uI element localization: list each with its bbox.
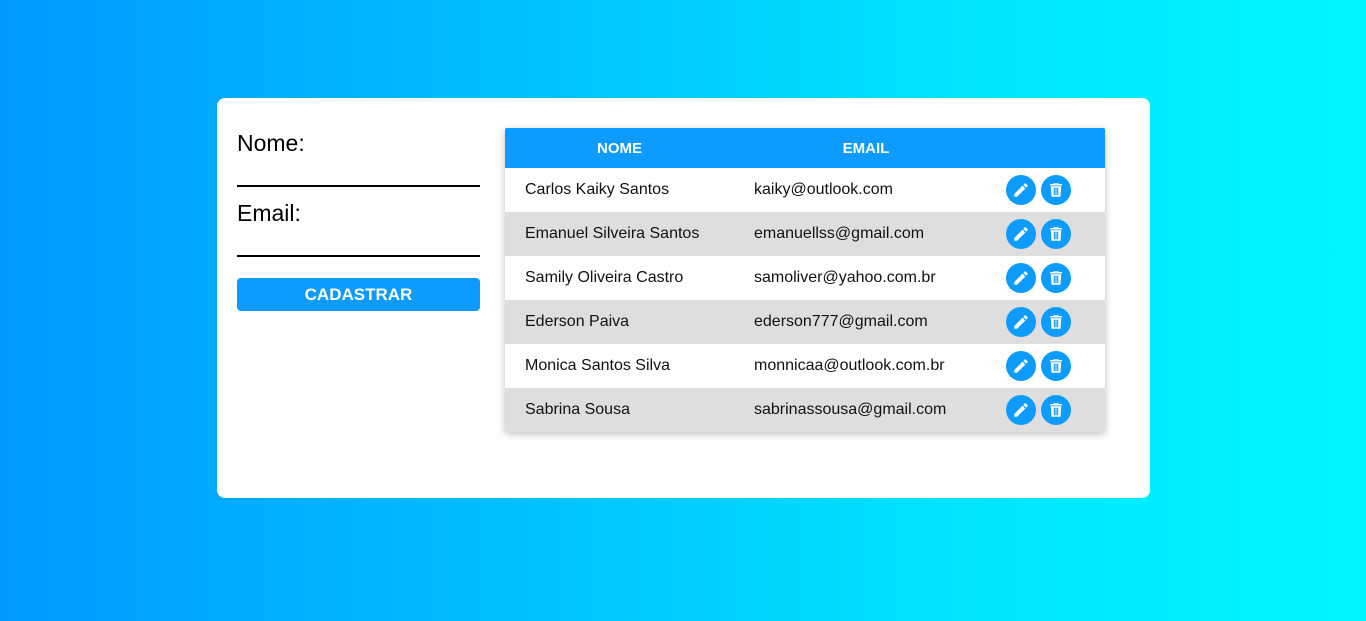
- row-name: Emanuel Silveira Santos: [505, 212, 734, 256]
- row-email: samoliver@yahoo.com.br: [734, 256, 998, 300]
- row-actions: [998, 388, 1105, 432]
- row-actions-group: [998, 219, 1105, 249]
- header-name: NOME: [505, 128, 734, 168]
- edit-button[interactable]: [1006, 395, 1036, 425]
- row-actions: [998, 168, 1105, 212]
- trash-icon: [1047, 269, 1065, 287]
- edit-button[interactable]: [1006, 219, 1036, 249]
- row-email: emanuellss@gmail.com: [734, 212, 998, 256]
- row-email: kaiky@outlook.com: [734, 168, 998, 212]
- edit-button[interactable]: [1006, 351, 1036, 381]
- row-actions-group: [998, 351, 1105, 381]
- table-row: Monica Santos Silva monnicaa@outlook.com…: [505, 344, 1105, 388]
- register-card: Nome: Email: CADASTRAR NOME EMAIL Carlos…: [217, 98, 1150, 498]
- row-actions: [998, 344, 1105, 388]
- trash-icon: [1047, 401, 1065, 419]
- row-name: Ederson Paiva: [505, 300, 734, 344]
- edit-button[interactable]: [1006, 307, 1036, 337]
- name-label: Nome:: [237, 130, 305, 156]
- pencil-icon: [1012, 269, 1030, 287]
- email-label: Email:: [237, 200, 301, 226]
- register-button[interactable]: CADASTRAR: [237, 278, 480, 311]
- name-input[interactable]: [237, 157, 480, 187]
- trash-icon: [1047, 225, 1065, 243]
- trash-icon: [1047, 357, 1065, 375]
- edit-button[interactable]: [1006, 175, 1036, 205]
- table-row: Ederson Paiva ederson777@gmail.com: [505, 300, 1105, 344]
- row-actions: [998, 300, 1105, 344]
- email-input[interactable]: [237, 227, 480, 257]
- table-body: Carlos Kaiky Santos kaiky@outlook.com Em…: [505, 168, 1105, 432]
- row-name: Sabrina Sousa: [505, 388, 734, 432]
- delete-button[interactable]: [1041, 219, 1071, 249]
- header-actions: [998, 128, 1105, 168]
- row-name: Carlos Kaiky Santos: [505, 168, 734, 212]
- row-name: Monica Santos Silva: [505, 344, 734, 388]
- trash-icon: [1047, 313, 1065, 331]
- users-table-wrapper: NOME EMAIL Carlos Kaiky Santos kaiky@out…: [505, 128, 1105, 432]
- row-actions: [998, 212, 1105, 256]
- edit-button[interactable]: [1006, 263, 1036, 293]
- table-row: Emanuel Silveira Santos emanuellss@gmail…: [505, 212, 1105, 256]
- pencil-icon: [1012, 181, 1030, 199]
- pencil-icon: [1012, 225, 1030, 243]
- pencil-icon: [1012, 401, 1030, 419]
- trash-icon: [1047, 181, 1065, 199]
- delete-button[interactable]: [1041, 307, 1071, 337]
- table-header-row: NOME EMAIL: [505, 128, 1105, 168]
- row-actions-group: [998, 307, 1105, 337]
- header-email: EMAIL: [734, 128, 998, 168]
- delete-button[interactable]: [1041, 263, 1071, 293]
- row-email: monnicaa@outlook.com.br: [734, 344, 998, 388]
- delete-button[interactable]: [1041, 351, 1071, 381]
- table-row: Sabrina Sousa sabrinassousa@gmail.com: [505, 388, 1105, 432]
- table-row: Carlos Kaiky Santos kaiky@outlook.com: [505, 168, 1105, 212]
- row-name: Samily Oliveira Castro: [505, 256, 734, 300]
- pencil-icon: [1012, 313, 1030, 331]
- delete-button[interactable]: [1041, 175, 1071, 205]
- row-email: ederson777@gmail.com: [734, 300, 998, 344]
- row-actions-group: [998, 263, 1105, 293]
- table-row: Samily Oliveira Castro samoliver@yahoo.c…: [505, 256, 1105, 300]
- row-email: sabrinassousa@gmail.com: [734, 388, 998, 432]
- row-actions-group: [998, 175, 1105, 205]
- row-actions-group: [998, 395, 1105, 425]
- row-actions: [998, 256, 1105, 300]
- delete-button[interactable]: [1041, 395, 1071, 425]
- pencil-icon: [1012, 357, 1030, 375]
- users-table: NOME EMAIL Carlos Kaiky Santos kaiky@out…: [505, 128, 1105, 432]
